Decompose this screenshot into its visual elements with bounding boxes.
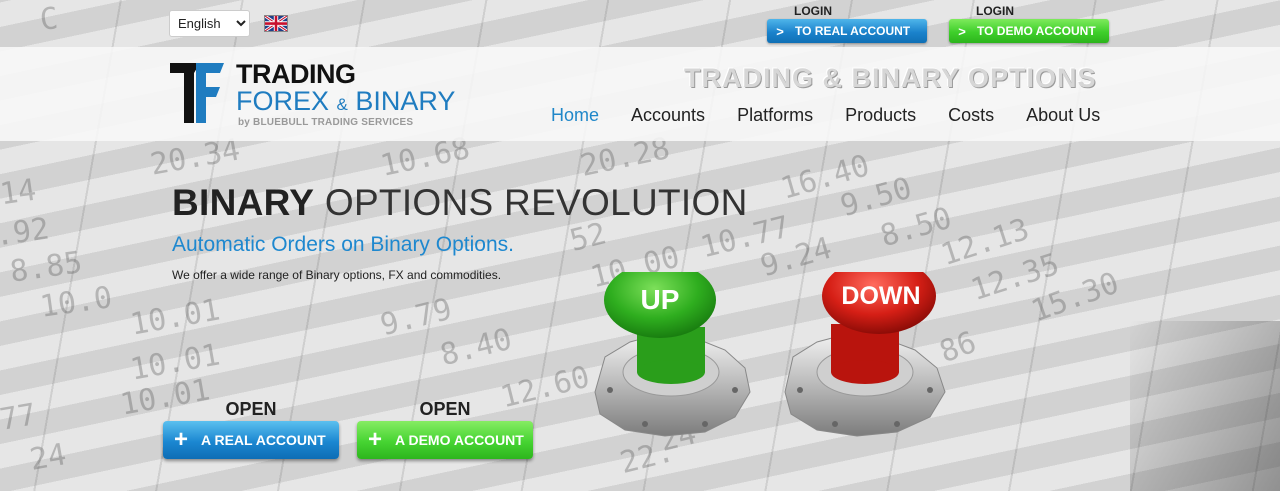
nav-platforms[interactable]: Platforms xyxy=(737,105,813,126)
nav-home[interactable]: Home xyxy=(551,105,599,126)
hero-title: BINARY OPTIONS REVOLUTION xyxy=(172,182,748,224)
logo-line-forex-binary: FOREX & BINARY xyxy=(236,86,455,117)
chevron-right-icon: > xyxy=(776,23,784,39)
hero-subtitle: Automatic Orders on Binary Options. xyxy=(172,233,514,256)
login-demo-caption: LOGIN xyxy=(976,4,1014,18)
language-select[interactable]: English xyxy=(169,10,250,37)
open-demo-account-button[interactable]: + A DEMO ACCOUNT xyxy=(357,421,533,459)
main-nav: Home Accounts Platforms Products Costs A… xyxy=(551,105,1100,126)
nav-products[interactable]: Products xyxy=(845,105,916,126)
logo-amp: & xyxy=(336,95,348,114)
open-demo-block: OPEN + A DEMO ACCOUNT xyxy=(357,399,533,459)
login-demo-account-button[interactable]: > TO DEMO ACCOUNT xyxy=(949,19,1109,43)
plus-icon: + xyxy=(173,426,188,453)
up-down-buttons-illustration: UP DOWN xyxy=(594,272,946,437)
open-demo-label: A DEMO ACCOUNT xyxy=(395,432,524,448)
login-real-caption: LOGIN xyxy=(794,4,832,18)
login-demo-label: TO DEMO ACCOUNT xyxy=(977,24,1096,38)
down-button-label: DOWN xyxy=(841,282,920,310)
plus-icon: + xyxy=(367,426,382,453)
login-demo-block: LOGIN > TO DEMO ACCOUNT xyxy=(949,4,1109,43)
nav-costs[interactable]: Costs xyxy=(948,105,994,126)
hero-title-bold: BINARY xyxy=(172,182,315,223)
nav-accounts[interactable]: Accounts xyxy=(631,105,705,126)
hero-title-rest: OPTIONS REVOLUTION xyxy=(314,182,748,223)
header-tagline: TRADING & BINARY OPTIONS xyxy=(684,63,1097,93)
hero-description: We offer a wide range of Binary options,… xyxy=(172,268,502,282)
login-real-label: TO REAL ACCOUNT xyxy=(795,24,911,38)
logo-byline: by BLUEBULL TRADING SERVICES xyxy=(238,117,414,128)
login-real-block: LOGIN > TO REAL ACCOUNT xyxy=(767,4,927,43)
open-real-account-button[interactable]: + A REAL ACCOUNT xyxy=(163,421,339,459)
chevron-right-icon: > xyxy=(958,23,966,39)
logo-forex: FOREX xyxy=(236,86,330,116)
open-real-block: OPEN + A REAL ACCOUNT xyxy=(163,399,339,459)
open-real-caption: OPEN xyxy=(225,399,277,419)
open-real-label: A REAL ACCOUNT xyxy=(201,432,326,448)
up-button-label: UP xyxy=(641,284,680,315)
site-logo[interactable]: TRADING FOREX & BINARY by BLUEBULL TRADI… xyxy=(170,57,490,135)
open-demo-caption: OPEN xyxy=(419,399,471,419)
tf-logo-icon xyxy=(170,63,224,123)
logo-binary: BINARY xyxy=(355,86,456,116)
top-bar: English LOGIN > TO REAL ACCOUNT LOGIN > … xyxy=(0,0,1280,46)
site-header: TRADING FOREX & BINARY by BLUEBULL TRADI… xyxy=(0,47,1280,141)
login-real-account-button[interactable]: > TO REAL ACCOUNT xyxy=(767,19,927,43)
uk-flag-icon[interactable] xyxy=(264,15,288,32)
nav-about-us[interactable]: About Us xyxy=(1026,105,1100,126)
